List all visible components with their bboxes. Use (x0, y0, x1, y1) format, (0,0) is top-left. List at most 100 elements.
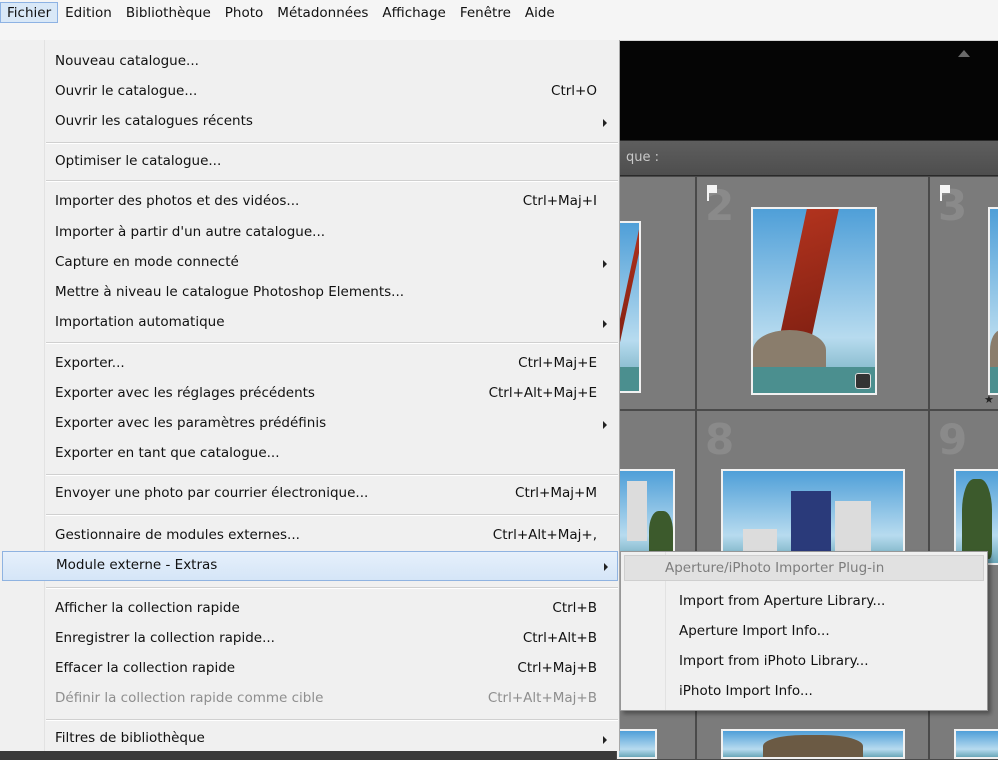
grid-cell[interactable] (616, 176, 696, 410)
menu-item-label: Afficher la collection rapide (55, 600, 240, 616)
menu-edition[interactable]: Edition (58, 2, 119, 22)
menu-metadonnees[interactable]: Métadonnées (270, 2, 375, 22)
menu-item-shortcut: Ctrl+Alt+Maj+E (488, 385, 597, 401)
cell-number: 9 (938, 415, 968, 464)
menu-item-shortcut: Ctrl+Maj+I (522, 193, 597, 209)
photo-thumbnail[interactable] (721, 729, 905, 759)
menu-item-label: Importer des photos et des vidéos... (55, 193, 300, 209)
menu-item-importer-autre-catalogue[interactable]: Importer à partir d'un autre catalogue..… (0, 218, 619, 248)
menu-item-label: Enregistrer la collection rapide... (55, 630, 275, 646)
menu-item-label: Module externe - Extras (56, 557, 218, 573)
submenu-item-label: Import from Aperture Library... (679, 593, 886, 609)
menu-fichier[interactable]: Fichier (0, 2, 59, 23)
submenu-item-label: iPhoto Import Info... (679, 683, 813, 699)
menu-item-enregistrer-collection-rapide[interactable]: Enregistrer la collection rapide... Ctrl… (0, 624, 619, 654)
submenu-item-label: Import from iPhoto Library... (679, 653, 869, 669)
menu-item-exporter-reglages-precedents[interactable]: Exporter avec les réglages précédents Ct… (0, 379, 619, 409)
menu-item-exporter[interactable]: Exporter... Ctrl+Maj+E (0, 349, 619, 379)
submenu-arrow-icon (603, 260, 607, 268)
menu-item-gestionnaire-modules[interactable]: Gestionnaire de modules externes... Ctrl… (0, 521, 619, 551)
menu-item-label: Effacer la collection rapide (55, 660, 236, 676)
menu-item-exporter-catalogue[interactable]: Exporter en tant que catalogue... (0, 439, 619, 469)
menu-item-mettre-a-niveau-pse[interactable]: Mettre à niveau le catalogue Photoshop E… (0, 278, 619, 308)
menu-item-label: Optimiser le catalogue... (55, 153, 222, 169)
menu-separator (46, 514, 618, 516)
menu-item-shortcut: Ctrl+B (552, 600, 597, 616)
module-extras-submenu: Aperture/iPhoto Importer Plug-in Import … (620, 551, 988, 711)
menu-item-catalogues-recents[interactable]: Ouvrir les catalogues récents (0, 107, 619, 137)
menu-item-label: Gestionnaire de modules externes... (55, 527, 300, 543)
menu-item-importation-automatique[interactable]: Importation automatique (0, 308, 619, 338)
submenu-item-import-iphoto-library[interactable]: Import from iPhoto Library... (621, 646, 987, 676)
menu-separator (46, 142, 618, 144)
menu-aide[interactable]: Aide (518, 2, 562, 22)
menu-bar: Fichier Edition Bibliothèque Photo Métad… (0, 0, 998, 41)
menu-photo[interactable]: Photo (218, 2, 271, 22)
metadata-badge-icon (855, 373, 871, 389)
menu-item-shortcut: Ctrl+Alt+B (522, 630, 597, 646)
submenu-item-label: Aperture Import Info... (679, 623, 830, 639)
submenu-header-aperture-iphoto: Aperture/iPhoto Importer Plug-in (624, 555, 984, 581)
menu-separator (46, 342, 618, 344)
menu-fenetre[interactable]: Fenêtre (453, 2, 518, 22)
submenu-item-import-aperture-library[interactable]: Import from Aperture Library... (621, 586, 987, 616)
menu-item-shortcut: Ctrl+Alt+Maj+B (487, 690, 597, 706)
submenu-arrow-icon (604, 563, 608, 571)
menu-item-afficher-collection-rapide[interactable]: Afficher la collection rapide Ctrl+B (0, 594, 619, 624)
grid-cell[interactable]: 2 (696, 176, 929, 410)
submenu-arrow-icon (603, 119, 607, 127)
menu-item-label: Exporter avec les paramètres prédéfinis (55, 415, 327, 431)
menu-item-capture-mode-connecte[interactable]: Capture en mode connecté (0, 248, 619, 278)
menu-separator (46, 587, 618, 589)
submenu-item-iphoto-import-info[interactable]: iPhoto Import Info... (621, 676, 987, 706)
menu-item-importer-photos[interactable]: Importer des photos et des vidéos... Ctr… (0, 187, 619, 217)
menu-item-module-externe-extras[interactable]: Module externe - Extras (2, 551, 618, 581)
menu-item-label: Importer à partir d'un autre catalogue..… (55, 224, 326, 240)
cell-number: 8 (705, 415, 735, 464)
photo-thumbnail[interactable] (954, 729, 998, 759)
submenu-arrow-icon (603, 736, 607, 744)
top-panel (620, 40, 998, 140)
menu-item-ouvrir-catalogue[interactable]: Ouvrir le catalogue... Ctrl+O (0, 77, 619, 107)
star-rating-icon[interactable]: ★ (984, 393, 994, 406)
menu-item-label: Envoyer une photo par courrier électroni… (55, 485, 369, 501)
menu-item-label: Ouvrir le catalogue... (55, 83, 198, 99)
menu-item-shortcut: Ctrl+Maj+B (517, 660, 597, 676)
menu-item-label: Capture en mode connecté (55, 254, 239, 270)
file-menu-dropdown: Nouveau catalogue... Ouvrir le catalogue… (0, 40, 620, 751)
menu-item-label: Exporter en tant que catalogue... (55, 445, 280, 461)
menu-item-label: Exporter... (55, 355, 125, 371)
grid-cell[interactable]: 3 ★ (929, 176, 998, 410)
menu-item-shortcut: Ctrl+Maj+E (518, 355, 597, 371)
menu-item-label: Définir la collection rapide comme cible (55, 690, 324, 706)
flag-icon[interactable] (707, 185, 717, 201)
photo-thumbnail[interactable] (617, 729, 657, 759)
photo-thumbnail[interactable] (751, 207, 877, 395)
menu-bibliotheque[interactable]: Bibliothèque (119, 2, 218, 22)
flag-icon[interactable] (940, 185, 950, 201)
menu-item-label: Exporter avec les réglages précédents (55, 385, 315, 401)
menu-item-filtres-bibliotheque[interactable]: Filtres de bibliothèque (0, 724, 619, 754)
menu-item-definir-collection-cible: Définir la collection rapide comme cible… (0, 684, 619, 714)
menu-item-exporter-parametres-predefinis[interactable]: Exporter avec les paramètres prédéfinis (0, 409, 619, 439)
menu-item-envoyer-courrier[interactable]: Envoyer une photo par courrier électroni… (0, 479, 619, 509)
menu-item-shortcut: Ctrl+Alt+Maj+, (492, 527, 597, 543)
photo-thumbnail[interactable] (988, 207, 998, 395)
menu-item-optimiser-catalogue[interactable]: Optimiser le catalogue... (0, 147, 619, 177)
menu-item-label: Filtres de bibliothèque (55, 730, 205, 746)
menu-item-nouveau-catalogue[interactable]: Nouveau catalogue... (0, 47, 619, 77)
submenu-item-aperture-import-info[interactable]: Aperture Import Info... (621, 616, 987, 646)
menu-item-label: Nouveau catalogue... (55, 53, 199, 69)
menu-item-label: Mettre à niveau le catalogue Photoshop E… (55, 284, 405, 300)
photo-thumbnail[interactable] (617, 221, 641, 393)
submenu-arrow-icon (603, 421, 607, 429)
library-filter-bar[interactable]: que : (620, 140, 998, 176)
collapse-triangle-icon[interactable] (958, 50, 970, 57)
menu-item-label: Importation automatique (55, 314, 225, 330)
menu-item-shortcut: Ctrl+Maj+M (515, 485, 597, 501)
menu-separator (46, 719, 618, 721)
menu-item-effacer-collection-rapide[interactable]: Effacer la collection rapide Ctrl+Maj+B (0, 654, 619, 684)
menu-affichage[interactable]: Affichage (375, 2, 452, 22)
menu-item-shortcut: Ctrl+O (551, 83, 597, 99)
menu-separator (46, 474, 618, 476)
